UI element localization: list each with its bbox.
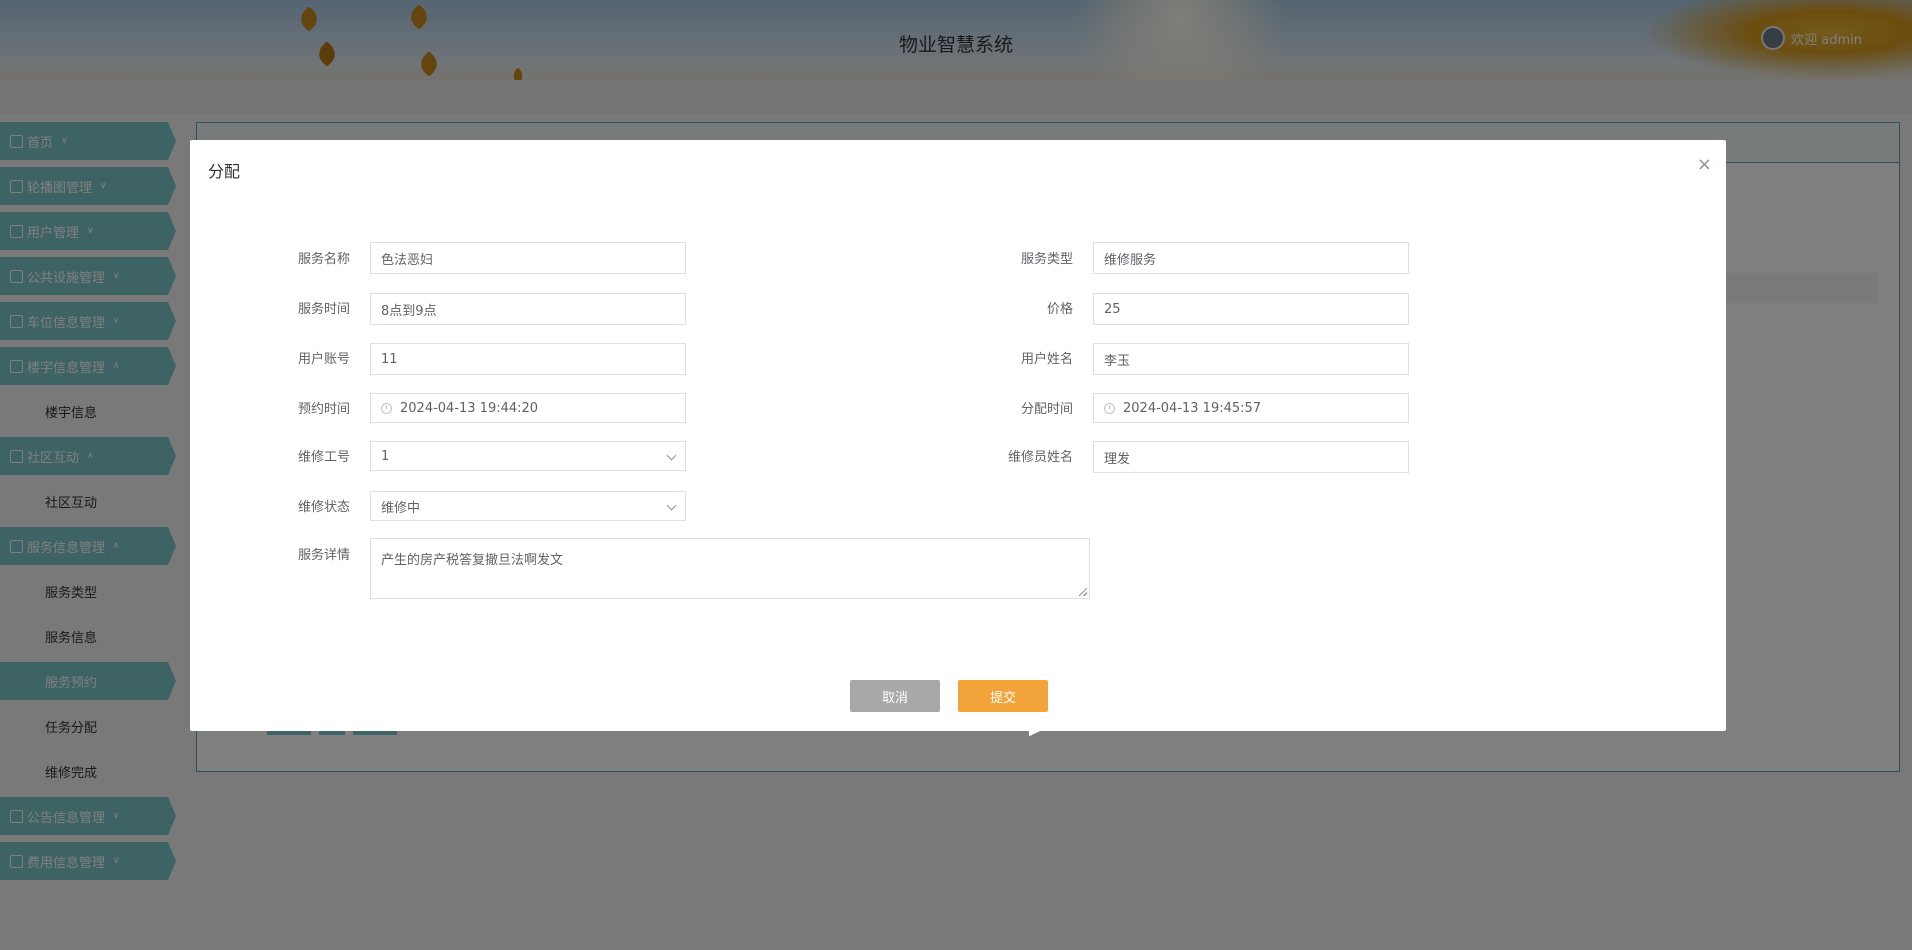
price-input[interactable]: 25 [1093,293,1409,325]
close-icon[interactable]: × [1697,156,1712,174]
booking-time-picker[interactable]: 2024-04-13 19:44:20 [370,393,686,423]
user-name-label: 用户姓名 [1020,352,1073,367]
clock-icon [381,402,392,414]
worker-id-label: 维修工号 [297,450,350,465]
assign-time-label: 分配时间 [1020,402,1073,417]
service-detail-label: 服务详情 [297,548,350,563]
service-type-label: 服务类型 [1020,252,1073,267]
repair-status-select[interactable]: 维修中 [370,491,686,521]
worker-id-select[interactable]: 1 [370,441,686,471]
resize-grip-icon[interactable] [1079,588,1087,596]
repair-status-label: 维修状态 [297,500,350,515]
service-detail-textarea[interactable]: 产生的房产税答复撤旦法啊发文 [370,538,1090,599]
chevron-down-icon [666,500,677,511]
user-name-input[interactable]: 李玉 [1093,343,1409,375]
assign-time-picker[interactable]: 2024-04-13 19:45:57 [1093,393,1409,423]
worker-name-label: 维修员姓名 [1007,450,1073,465]
dialog-title: 分配 [208,162,241,181]
booking-time-label: 预约时间 [297,402,350,417]
price-label: 价格 [1046,302,1073,317]
user-account-label: 用户账号 [297,352,350,367]
user-account-input[interactable]: 11 [370,343,686,375]
clock-icon [1104,402,1115,414]
service-name-input[interactable]: 色法恶妇 [370,242,686,274]
service-time-input[interactable]: 8点到9点 [370,293,686,325]
service-name-label: 服务名称 [297,252,350,267]
submit-button[interactable]: 提交 [958,680,1048,712]
service-type-input[interactable]: 维修服务 [1093,242,1409,274]
chevron-down-icon [666,450,677,461]
worker-name-input[interactable]: 理发 [1093,441,1409,473]
assign-dialog: 分配 × 服务名称 色法恶妇 服务类型 维修服务 服务时间 8点到9点 价格 2… [190,140,1726,731]
service-time-label: 服务时间 [297,302,350,317]
cancel-button[interactable]: 取消 [850,680,940,712]
